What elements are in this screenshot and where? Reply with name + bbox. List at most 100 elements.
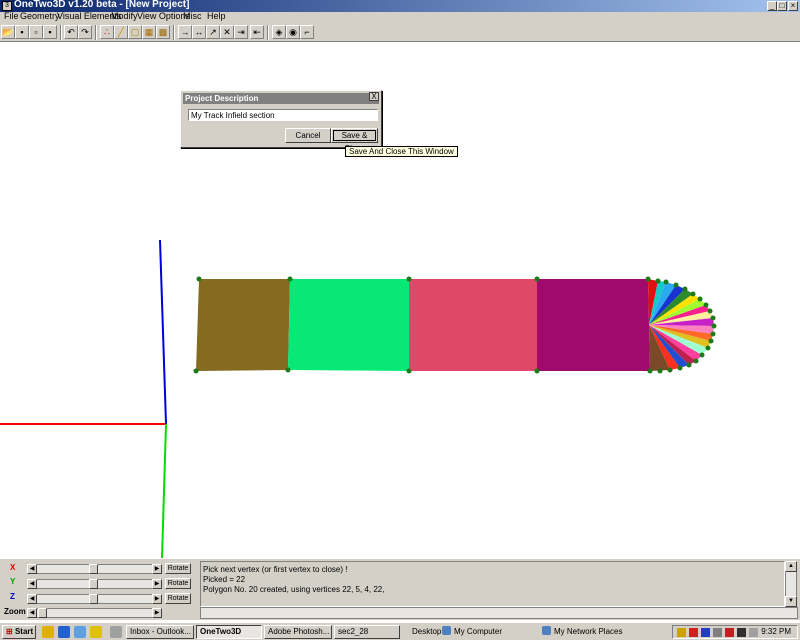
desktop-toolbar-label[interactable]: Desktop bbox=[412, 627, 441, 636]
tray-icon[interactable] bbox=[725, 628, 734, 637]
bottom-panel: X ◀ ▶ Rotate Y ◀ ▶ Rotate Z ◀ ▶ Rotate Z… bbox=[0, 558, 800, 620]
maximize-button[interactable]: □ bbox=[777, 1, 787, 11]
task-inbox-outlook[interactable]: Inbox - Outlook... bbox=[126, 625, 194, 639]
scroll-up-arrow-icon[interactable]: ▲ bbox=[785, 561, 797, 572]
slider-thumb[interactable] bbox=[88, 594, 98, 604]
clock: 9:32 PM bbox=[761, 627, 791, 636]
slider-left-arrow-icon[interactable]: ◀ bbox=[27, 579, 37, 589]
quicklaunch-outlook-icon[interactable] bbox=[74, 626, 86, 638]
polygon-fan[interactable] bbox=[648, 279, 714, 371]
y-rotation-label: Y bbox=[10, 577, 16, 586]
menu-geometry[interactable]: Geometry bbox=[20, 11, 60, 21]
polygon-icon[interactable]: ▢ bbox=[128, 25, 142, 39]
task-onetwo3d[interactable]: OneTwo3D bbox=[196, 625, 262, 639]
description-input[interactable] bbox=[188, 109, 378, 121]
image-icon[interactable]: ▩ bbox=[156, 25, 170, 39]
dialog-title: Project Description bbox=[183, 93, 379, 104]
toolbar-separator bbox=[60, 25, 62, 40]
redo-icon[interactable]: ↷ bbox=[78, 25, 92, 39]
minimize-button[interactable]: _ bbox=[767, 1, 777, 11]
window-title: OneTwo3D v1.20 beta - [New Project] bbox=[14, 0, 190, 10]
z-rotation-label: Z bbox=[10, 592, 15, 601]
y-rotation-slider[interactable]: ◀ ▶ bbox=[27, 579, 162, 589]
speaker-icon[interactable] bbox=[737, 628, 746, 637]
scale-icon[interactable]: ⌐ bbox=[300, 25, 314, 39]
tooltip: Save And Close This Window bbox=[345, 146, 458, 157]
end-arrow-icon[interactable]: ⇥ bbox=[234, 25, 248, 39]
z-rotation-slider[interactable]: ◀ ▶ bbox=[27, 594, 162, 604]
arrow-right-icon[interactable]: → bbox=[178, 25, 192, 39]
tray-icon[interactable] bbox=[677, 628, 686, 637]
menu-file[interactable]: File bbox=[4, 11, 19, 21]
camera-icon[interactable]: ◉ bbox=[286, 25, 300, 39]
task-sec2-28[interactable]: sec2_28 bbox=[334, 625, 400, 639]
rotate-z-button[interactable]: Rotate bbox=[165, 593, 191, 604]
cube-icon[interactable]: ◈ bbox=[272, 25, 286, 39]
slider-right-arrow-icon[interactable]: ▶ bbox=[152, 579, 162, 589]
open-icon[interactable]: 📂 bbox=[1, 25, 15, 39]
menu-modify[interactable]: Modify bbox=[111, 11, 138, 21]
viewport-canvas[interactable] bbox=[0, 42, 800, 559]
y-axis-line bbox=[161, 423, 167, 559]
x-rotation-slider[interactable]: ◀ ▶ bbox=[27, 564, 162, 574]
dialog-close-button[interactable]: X bbox=[369, 92, 379, 101]
polygon-pink[interactable] bbox=[409, 279, 537, 371]
arrow-both-icon[interactable]: ↔ bbox=[192, 25, 206, 39]
save-icon[interactable]: ▪ bbox=[15, 25, 29, 39]
cancel-button[interactable]: Cancel bbox=[285, 128, 331, 143]
slider-right-arrow-icon[interactable]: ▶ bbox=[152, 608, 162, 618]
start-button[interactable]: ⊞ Start bbox=[2, 625, 36, 639]
tray-icon[interactable] bbox=[689, 628, 698, 637]
rotate-y-button[interactable]: Rotate bbox=[165, 578, 191, 589]
menu-view-options[interactable]: View Options bbox=[137, 11, 190, 21]
disk-icon[interactable]: ▪ bbox=[43, 25, 57, 39]
polygon-brown[interactable] bbox=[196, 279, 290, 371]
polygon-green[interactable] bbox=[288, 279, 409, 371]
slider-left-arrow-icon[interactable]: ◀ bbox=[27, 594, 37, 604]
save-as-icon[interactable]: ▫ bbox=[29, 25, 43, 39]
slider-right-arrow-icon[interactable]: ▶ bbox=[152, 594, 162, 604]
rotate-x-button[interactable]: Rotate bbox=[165, 563, 191, 574]
texture-icon[interactable]: ▦ bbox=[142, 25, 156, 39]
draw-icon[interactable]: ↗ bbox=[206, 25, 220, 39]
polygon-magenta[interactable] bbox=[537, 279, 650, 371]
tray-icon[interactable] bbox=[713, 628, 722, 637]
my-network-places-link[interactable]: My Network Places bbox=[554, 627, 622, 636]
slider-right-arrow-icon[interactable]: ▶ bbox=[152, 564, 162, 574]
slider-thumb[interactable] bbox=[38, 608, 47, 618]
arrow-end-icon[interactable]: ⇤ bbox=[250, 25, 264, 39]
scroll-down-arrow-icon[interactable]: ▼ bbox=[785, 596, 797, 607]
close-button[interactable]: × bbox=[788, 1, 798, 11]
line-icon[interactable]: ╱ bbox=[114, 25, 128, 39]
menu-misc[interactable]: Misc bbox=[183, 11, 202, 21]
system-tray: 9:32 PM bbox=[672, 625, 798, 639]
x-rotation-label: X bbox=[10, 563, 16, 572]
taskbar: ⊞ Start Inbox - Outlook... OneTwo3D Adob… bbox=[0, 622, 800, 640]
quicklaunch-app-icon[interactable] bbox=[110, 626, 122, 638]
slider-thumb[interactable] bbox=[88, 579, 98, 589]
zoom-slider[interactable]: ◀ ▶ bbox=[27, 608, 162, 618]
project-description-dialog: Project Description X Cancel Save & Clos… bbox=[180, 90, 382, 153]
network-icon bbox=[542, 626, 551, 635]
task-adobe-photoshop[interactable]: Adobe Photosh... bbox=[264, 625, 332, 639]
my-computer-link[interactable]: My Computer bbox=[454, 627, 502, 636]
quicklaunch-ie-icon[interactable] bbox=[58, 626, 70, 638]
slider-thumb[interactable] bbox=[88, 564, 98, 574]
move-icon[interactable]: ✕ bbox=[220, 25, 234, 39]
quicklaunch-media-icon[interactable] bbox=[90, 626, 102, 638]
save-close-button[interactable]: Save & Close bbox=[331, 128, 378, 153]
menu-bar: File Geometry Visual Elements Modify Vie… bbox=[0, 11, 800, 23]
slider-left-arrow-icon[interactable]: ◀ bbox=[27, 564, 37, 574]
menu-help[interactable]: Help bbox=[207, 11, 226, 21]
scene-svg bbox=[0, 239, 717, 559]
tray-icon[interactable] bbox=[749, 628, 758, 637]
my-computer-icon bbox=[442, 626, 451, 635]
undo-icon[interactable]: ↶ bbox=[64, 25, 78, 39]
tray-icon[interactable] bbox=[701, 628, 710, 637]
console-horizontal-scrollbar[interactable] bbox=[200, 607, 798, 619]
console-vertical-scrollbar[interactable]: ▲ ▼ bbox=[785, 561, 797, 607]
quicklaunch-desktop-icon[interactable] bbox=[42, 626, 54, 638]
vertex-icon[interactable]: ∴ bbox=[100, 25, 114, 39]
zoom-label: Zoom bbox=[4, 607, 26, 616]
slider-left-arrow-icon[interactable]: ◀ bbox=[27, 608, 37, 618]
